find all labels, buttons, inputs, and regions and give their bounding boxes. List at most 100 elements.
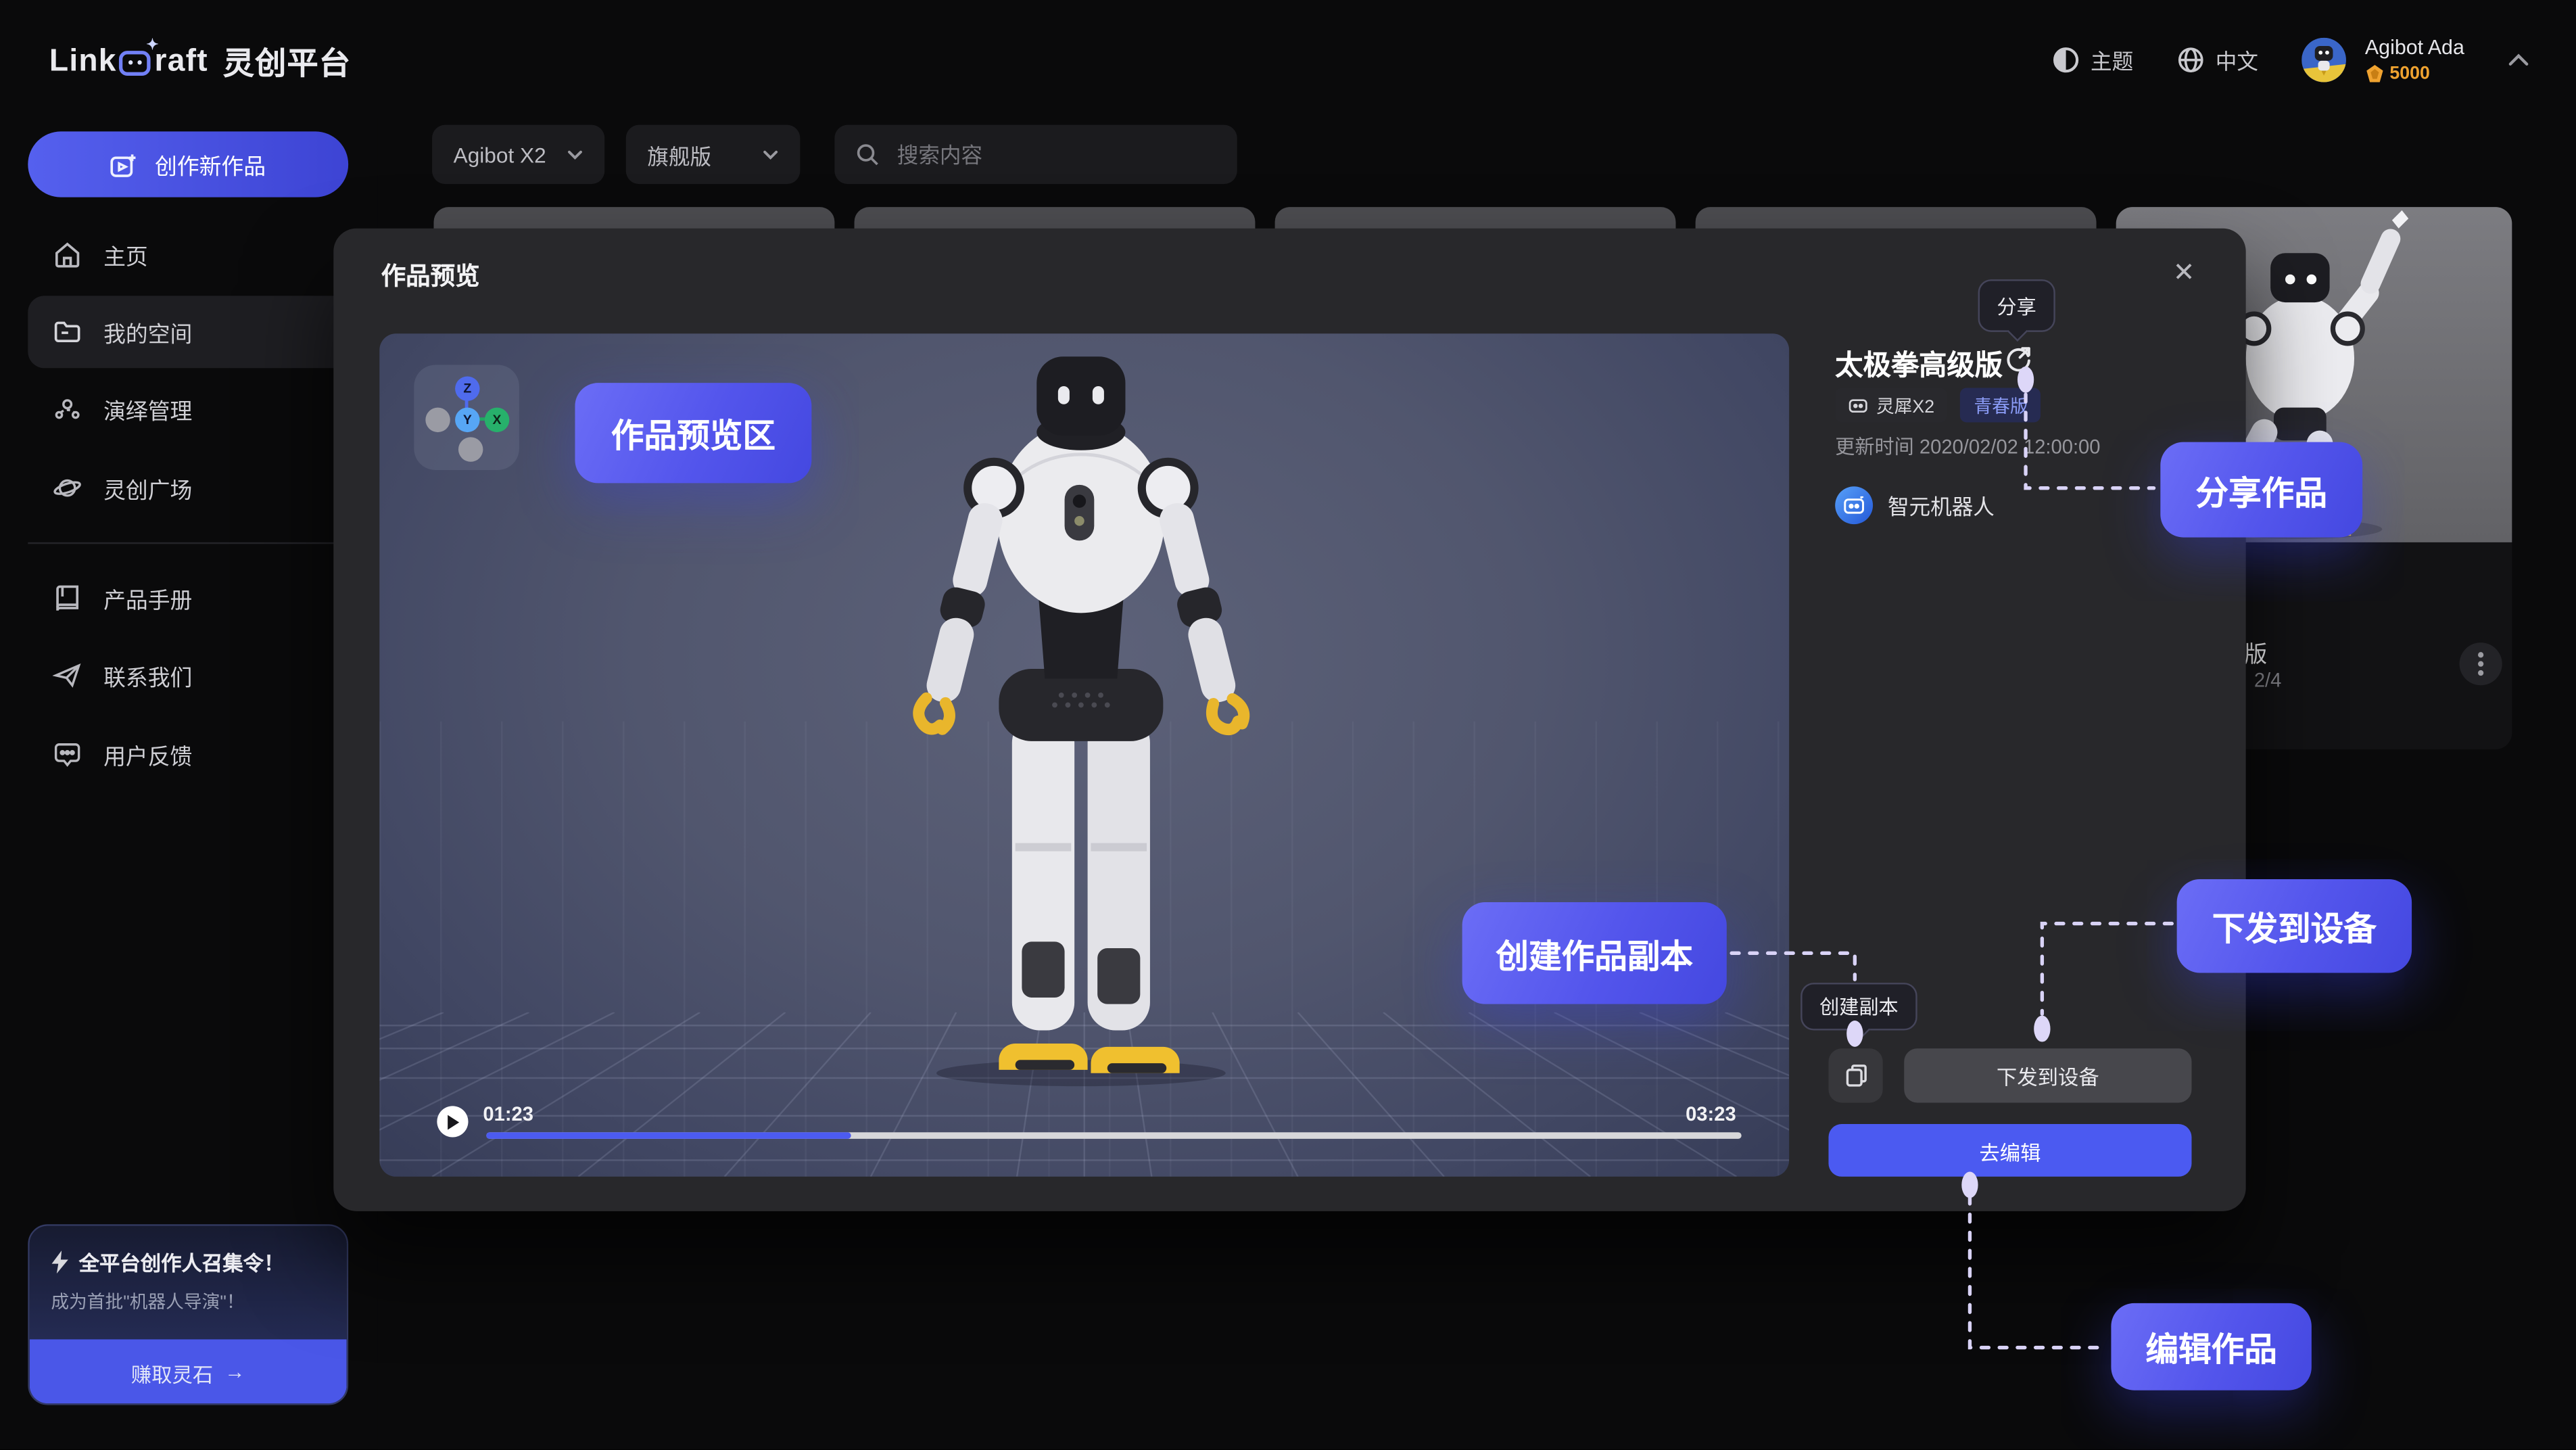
theme-toggle[interactable]: 主题 [2051,43,2134,74]
progress-bar[interactable] [486,1132,1741,1139]
sidebar-item-performance-mgmt[interactable]: 演绎管理 [28,373,348,446]
app-root: Link ✦ raft 灵创平台 主题 [0,0,2576,1449]
create-copy-button[interactable] [1828,1048,1882,1102]
axis-handle-neg-x[interactable] [425,408,450,432]
logo-star-icon: ✦ [146,35,160,53]
model-dropdown[interactable]: Agibot X2 [432,125,604,184]
chevron-down-icon [567,149,583,160]
paper-plane-icon [53,661,82,691]
edition-tag: 青春版 [1961,388,2041,422]
callout-preview-area: 作品预览区 [575,383,811,483]
progress-fill [486,1132,850,1139]
earn-gems-button[interactable]: 赚取灵石 → [30,1339,347,1405]
author-row: 智元机器人 [1835,486,1995,524]
search-input[interactable] [894,141,1180,168]
logo-text-cn: 灵创平台 [223,39,352,84]
sidebar-item-product-manual[interactable]: 产品手册 [28,562,348,634]
work-card-title-partial: 版 [2244,638,2267,671]
arrow-right-icon: → [224,1361,245,1384]
work-preview-modal: 作品预览 ✕ [333,229,2245,1211]
sidebar: 创作新作品 主页 我的空间 演绎管理 灵创广场 产品手册 联系我们 [0,118,378,1449]
robot-face-icon [1843,496,1865,515]
app-logo: Link ✦ raft 灵创平台 [49,39,351,84]
book-icon [53,584,82,613]
globe-icon [2176,45,2203,73]
sidebar-divider [28,542,348,544]
card-menu-button[interactable] [2460,642,2502,685]
callout-edit-work: 编辑作品 [2111,1303,2311,1390]
sidebar-item-label: 联系我们 [103,659,192,692]
preview-canvas[interactable]: Z Y X 作品预览区 [379,333,1789,1177]
coin-balance: 5000 [2365,64,2464,83]
sidebar-item-plaza[interactable]: 灵创广场 [28,452,348,524]
play-button[interactable] [437,1106,468,1137]
kebab-icon [2477,651,2484,677]
axis-gizmo[interactable]: Z Y X [414,365,519,470]
logo-text-raft: raft [155,43,208,79]
sidebar-item-label: 产品手册 [103,582,192,615]
copy-icon [1844,1063,1867,1088]
x-axis-handle[interactable]: X [485,408,509,432]
model-tag: 灵犀X2 [1835,388,1947,422]
close-icon[interactable]: ✕ [2173,256,2195,289]
model-dropdown-value: Agibot X2 [454,142,546,166]
axis-handle-neg-y[interactable] [458,437,483,461]
logo-icon: ✦ [118,47,153,76]
lightning-icon [51,1250,69,1273]
callout-create-copy: 创建作品副本 [1462,902,1727,1004]
username: Agibot Ada [2365,35,2464,58]
coin-icon [2365,64,2383,83]
promo-title: 全平台创作人召集令！ [79,1246,285,1277]
create-video-icon [110,152,138,177]
chat-bubble-icon [53,739,82,769]
logo-text-link: Link [49,43,117,79]
create-new-work-label: 创作新作品 [155,148,266,181]
search-box[interactable] [834,125,1237,184]
tag-row: 灵犀X2 青春版 [1835,388,2041,422]
connector-edit [1970,1196,2106,1348]
top-bar: Link ✦ raft 灵创平台 主题 [0,0,2576,118]
folder-icon [53,317,82,347]
current-time: 01:23 [483,1102,533,1125]
work-card-count: 2/4 [2254,669,2282,692]
top-bar-right: 主题 中文 Agibot Ada [2051,0,2530,118]
work-title: 太极拳高级版 [1835,342,2003,383]
sidebar-item-home[interactable]: 主页 [28,218,348,291]
theme-icon [2051,45,2079,73]
sidebar-item-feedback[interactable]: 用户反馈 [28,718,348,791]
promo-card: 全平台创作人召集令！ 成为首批"机器人导演"！ 赚取灵石 → [28,1224,348,1405]
chevron-down-icon [762,149,778,160]
author-name: 智元机器人 [1888,490,1995,521]
home-icon [53,240,82,270]
share-tooltip: 分享 [1978,279,2055,332]
promo-subtitle: 成为首批"机器人导演"！ [51,1288,325,1315]
user-info: Agibot Ada 5000 [2365,35,2464,83]
sidebar-item-label: 演绎管理 [103,393,192,426]
z-axis-handle[interactable]: Z [455,376,479,400]
share-icon[interactable] [2004,345,2032,373]
robot-3d-model [901,350,1262,1090]
y-axis-handle[interactable]: Y [455,408,479,432]
deploy-to-device-button[interactable]: 下发到设备 [1904,1048,2191,1102]
sidebar-item-label: 灵创广场 [103,471,192,505]
sidebar-item-contact-us[interactable]: 联系我们 [28,639,348,711]
author-avatar [1835,486,1873,524]
robot-face-icon [1848,397,1868,413]
sidebar-item-my-space[interactable]: 我的空间 [28,296,348,368]
language-switcher[interactable]: 中文 [2176,43,2258,74]
edition-dropdown[interactable]: 旗舰版 [626,125,801,184]
search-icon [856,143,879,166]
sidebar-item-label: 用户反馈 [103,738,192,771]
play-icon [446,1113,459,1129]
modal-title: 作品预览 [381,258,480,292]
avatar[interactable] [2301,37,2345,82]
theme-label: 主题 [2091,43,2133,74]
create-new-work-button[interactable]: 创作新作品 [28,131,348,197]
callout-deploy-device: 下发到设备 [2177,879,2412,973]
network-nodes-icon [53,394,82,424]
sidebar-item-label: 主页 [103,238,148,271]
go-edit-button[interactable]: 去编辑 [1828,1124,2191,1177]
promo-body: 全平台创作人召集令！ 成为首批"机器人导演"！ [30,1226,347,1340]
sidebar-item-label: 我的空间 [103,316,192,349]
chevron-up-icon[interactable] [2507,52,2530,67]
